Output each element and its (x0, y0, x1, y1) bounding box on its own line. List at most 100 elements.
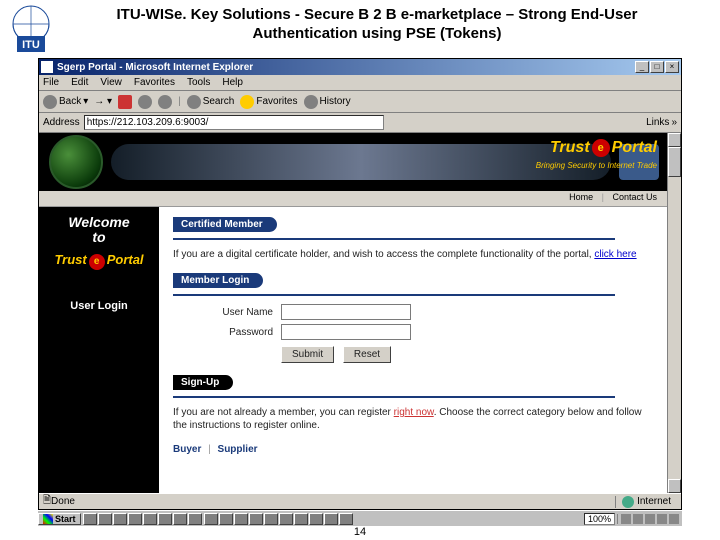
svg-text:ITU: ITU (22, 39, 40, 51)
address-input[interactable]: https://212.103.209.6:9003/ (84, 115, 384, 130)
menu-tools[interactable]: Tools (187, 77, 210, 88)
address-label: Address (43, 117, 80, 128)
scroll-thumb[interactable] (668, 147, 681, 177)
portal-main: Certified Member If you are a digital ce… (159, 207, 667, 493)
slide-page-number: 14 (0, 526, 720, 540)
menu-bar: File Edit View Favorites Tools Help (39, 75, 681, 91)
menu-file[interactable]: File (43, 77, 59, 88)
tray-icon[interactable] (657, 514, 667, 524)
ql-icon[interactable] (113, 513, 127, 525)
itu-logo: ITU (2, 2, 60, 58)
back-button[interactable]: Back ▾ (43, 95, 88, 109)
task-button[interactable] (324, 513, 338, 525)
browser-window: Sgerp Portal - Microsoft Internet Explor… (38, 58, 682, 510)
ql-icon[interactable] (188, 513, 202, 525)
maximize-button[interactable]: □ (650, 61, 664, 73)
submit-button[interactable]: Submit (281, 346, 334, 363)
task-button[interactable] (264, 513, 278, 525)
ql-icon[interactable] (128, 513, 142, 525)
signup-desc: If you are not already a member, you can… (173, 406, 653, 432)
right-now-link[interactable]: right now (394, 407, 434, 418)
status-zone: Internet (637, 496, 671, 507)
tray-icon[interactable] (669, 514, 679, 524)
certified-member-header: Certified Member (173, 217, 277, 232)
username-label: User Name (203, 307, 273, 318)
page-content: TrustePortal Bringing Security to Intern… (39, 133, 667, 493)
task-button[interactable] (279, 513, 293, 525)
username-input[interactable] (281, 304, 411, 320)
portal-brand: TrustePortal (550, 139, 657, 157)
e-badge-icon: e (89, 254, 105, 270)
minimize-button[interactable]: _ (635, 61, 649, 73)
buyer-link[interactable]: Buyer (173, 444, 201, 455)
start-button[interactable]: Start (38, 513, 81, 525)
password-label: Password (203, 327, 273, 338)
status-page-icon: 🗎 (43, 493, 51, 510)
globe-icon (49, 135, 103, 189)
member-login-header: Member Login (173, 273, 263, 288)
scroll-up-arrow[interactable] (668, 133, 681, 147)
ql-icon[interactable] (173, 513, 187, 525)
window-title-bar[interactable]: Sgerp Portal - Microsoft Internet Explor… (39, 59, 681, 75)
task-button[interactable] (204, 513, 218, 525)
click-here-link[interactable]: click here (594, 249, 636, 260)
e-badge-icon: e (592, 139, 610, 157)
menu-view[interactable]: View (100, 77, 122, 88)
ql-icon[interactable] (143, 513, 157, 525)
ql-icon[interactable] (98, 513, 112, 525)
scroll-down-arrow[interactable] (668, 479, 681, 493)
refresh-icon (138, 95, 152, 109)
home-icon (158, 95, 172, 109)
task-button[interactable] (294, 513, 308, 525)
vertical-scrollbar[interactable] (667, 133, 681, 493)
menu-edit[interactable]: Edit (71, 77, 88, 88)
home-button[interactable] (158, 95, 172, 109)
ie-icon (41, 61, 53, 73)
address-bar: Address https://212.103.209.6:9003/ Link… (39, 113, 681, 133)
menu-favorites[interactable]: Favorites (134, 77, 175, 88)
stop-icon (118, 95, 132, 109)
supplier-link[interactable]: Supplier (218, 444, 258, 455)
task-button[interactable] (219, 513, 233, 525)
nav-contact[interactable]: Contact Us (612, 192, 657, 202)
task-button[interactable] (339, 513, 353, 525)
zoom-indicator[interactable]: 100% (584, 513, 615, 525)
windows-taskbar: Start 100% (38, 510, 682, 526)
favorites-button[interactable]: Favorites (240, 95, 297, 109)
internet-zone-icon (622, 496, 634, 508)
tray-icon[interactable] (645, 514, 655, 524)
ql-icon[interactable] (158, 513, 172, 525)
search-icon (187, 95, 201, 109)
star-icon (240, 95, 254, 109)
search-button[interactable]: Search (187, 95, 235, 109)
certified-member-desc: If you are a digital certificate holder,… (173, 248, 653, 261)
reset-button[interactable]: Reset (343, 346, 391, 363)
tray-icon[interactable] (633, 514, 643, 524)
links-label[interactable]: Links (646, 117, 669, 128)
task-buttons (204, 513, 582, 525)
signup-header: Sign-Up (173, 375, 233, 390)
windows-icon (43, 514, 53, 524)
task-button[interactable] (249, 513, 263, 525)
refresh-button[interactable] (138, 95, 152, 109)
task-button[interactable] (309, 513, 323, 525)
portal-subnav: Home | Contact Us (39, 191, 667, 207)
portal-tagline: Bringing Security to Internet Trade (536, 161, 657, 170)
task-button[interactable] (234, 513, 248, 525)
portal-sidebar: Welcometo TrustePortal User Login (39, 207, 159, 493)
nav-home[interactable]: Home (569, 192, 593, 202)
status-bar: 🗎 Done Internet (39, 493, 681, 509)
sidebar-user-login: User Login (45, 300, 153, 312)
forward-button[interactable]: → ▾ (94, 96, 112, 107)
tray-icon[interactable] (621, 514, 631, 524)
menu-help[interactable]: Help (222, 77, 243, 88)
status-done: Done (51, 496, 615, 507)
close-button[interactable]: × (665, 61, 679, 73)
ql-icon[interactable] (83, 513, 97, 525)
password-input[interactable] (281, 324, 411, 340)
history-icon (304, 95, 318, 109)
history-button[interactable]: History (304, 95, 351, 109)
portal-header-banner: TrustePortal Bringing Security to Intern… (39, 133, 667, 191)
slide-title: ITU-WISe. Key Solutions - Secure B 2 B e… (64, 2, 720, 44)
stop-button[interactable] (118, 95, 132, 109)
